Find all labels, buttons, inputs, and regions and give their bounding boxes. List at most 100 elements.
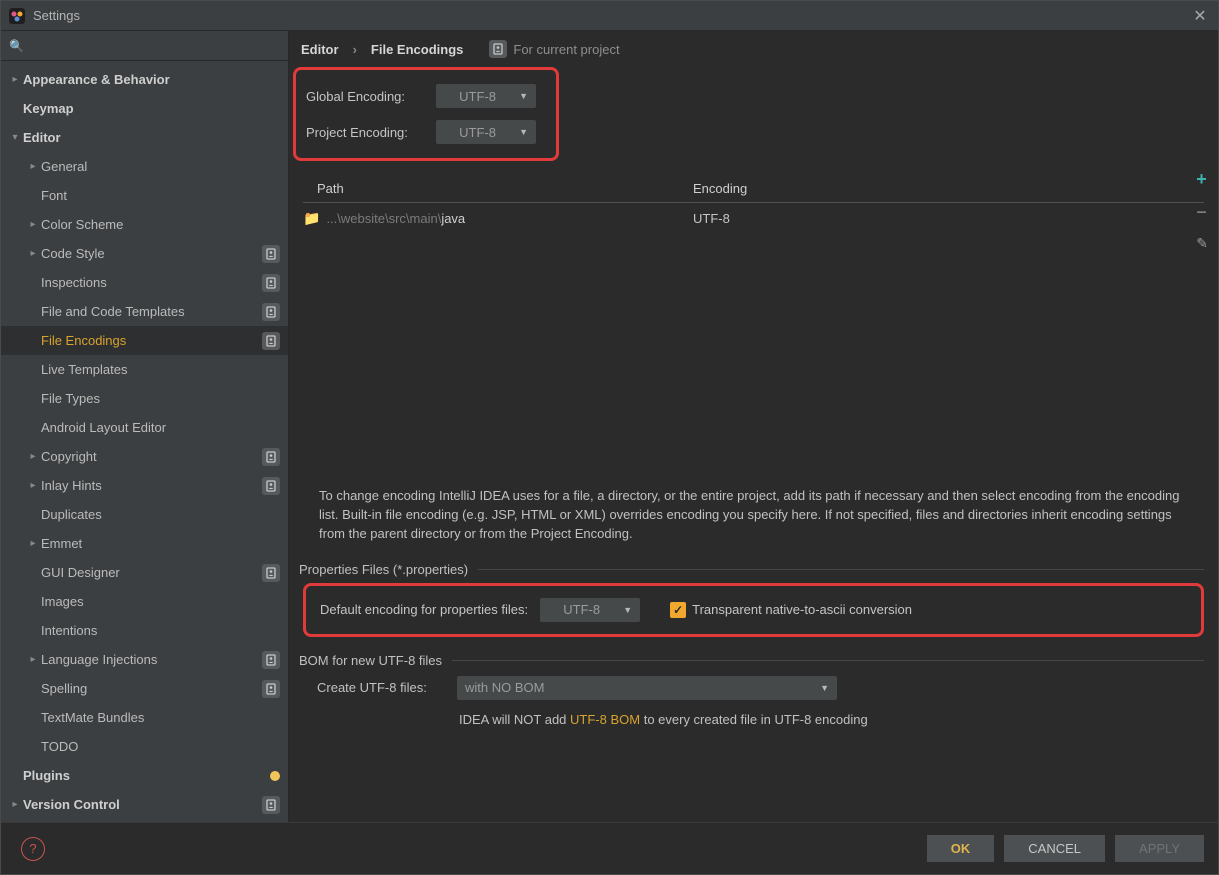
create-utf8-label: Create UTF-8 files: <box>317 680 457 695</box>
add-button[interactable]: + <box>1196 169 1208 190</box>
column-encoding[interactable]: Encoding <box>693 175 1204 202</box>
chevron-right-icon[interactable]: ▸ <box>25 217 41 233</box>
sidebar-item-todo[interactable]: TODO <box>1 732 288 761</box>
update-dot-icon <box>270 771 280 781</box>
sidebar-item-file-types[interactable]: File Types <box>1 384 288 413</box>
sidebar-item-inlay-hints[interactable]: ▸Inlay Hints <box>1 471 288 500</box>
remove-button[interactable]: − <box>1196 202 1208 223</box>
sidebar-item-label: Intentions <box>41 623 280 638</box>
table-body: 📁...\website\src\main\javaUTF-8 <box>303 203 1204 483</box>
sidebar-item-label: Editor <box>23 130 280 145</box>
sidebar-item-color-scheme[interactable]: ▸Color Scheme <box>1 210 288 239</box>
chevron-right-icon[interactable]: ▸ <box>25 159 41 175</box>
sidebar-item-appearance-behavior[interactable]: ▸Appearance & Behavior <box>1 65 288 94</box>
content-panel: Editor › File Encodings For current proj… <box>289 31 1218 822</box>
sidebar-item-label: Inspections <box>41 275 262 290</box>
properties-highlight-box: Default encoding for properties files: U… <box>303 583 1204 637</box>
sidebar-item-general[interactable]: ▸General <box>1 152 288 181</box>
sidebar-item-images[interactable]: Images <box>1 587 288 616</box>
default-props-encoding-label: Default encoding for properties files: <box>320 602 528 617</box>
ok-button[interactable]: OK <box>927 835 995 862</box>
project-scope-icon <box>262 303 280 321</box>
project-scope-icon <box>489 40 507 58</box>
sidebar-item-plugins[interactable]: Plugins <box>1 761 288 790</box>
sidebar-item-textmate-bundles[interactable]: TextMate Bundles <box>1 703 288 732</box>
chevron-right-icon[interactable]: ▸ <box>25 652 41 668</box>
chevron-down-icon[interactable]: ▾ <box>7 130 23 146</box>
sidebar-item-copyright[interactable]: ▸Copyright <box>1 442 288 471</box>
chevron-right-icon[interactable]: ▸ <box>25 478 41 494</box>
path-leaf: java <box>441 211 465 226</box>
project-scope-icon <box>262 332 280 350</box>
sidebar-item-file-encodings[interactable]: File Encodings <box>1 326 288 355</box>
sidebar-item-label: Inlay Hints <box>41 478 262 493</box>
encoding-highlight-box: Global Encoding: UTF-8 ▼ Project Encodin… <box>293 67 559 161</box>
sidebar-item-label: Copyright <box>41 449 262 464</box>
cancel-button[interactable]: CANCEL <box>1004 835 1105 862</box>
sidebar-item-editor[interactable]: ▾Editor <box>1 123 288 152</box>
sidebar-item-emmet[interactable]: ▸Emmet <box>1 529 288 558</box>
sidebar-item-gui-designer[interactable]: GUI Designer <box>1 558 288 587</box>
table-row[interactable]: 📁...\website\src\main\javaUTF-8 <box>303 203 1204 233</box>
row-encoding-value: UTF-8 <box>693 211 730 226</box>
edit-button[interactable]: ✎ <box>1196 235 1208 252</box>
encoding-help-text: To change encoding IntelliJ IDEA uses fo… <box>319 487 1188 544</box>
global-encoding-value: UTF-8 <box>444 89 511 104</box>
sidebar-item-label: Plugins <box>23 768 270 783</box>
help-button[interactable]: ? <box>21 837 45 861</box>
sidebar-item-label: File and Code Templates <box>41 304 262 319</box>
sidebar-item-label: GUI Designer <box>41 565 262 580</box>
sidebar-item-live-templates[interactable]: Live Templates <box>1 355 288 384</box>
chevron-down-icon: ▼ <box>623 605 632 615</box>
chevron-right-icon[interactable]: ▸ <box>7 72 23 88</box>
chevron-right-icon[interactable]: ▸ <box>25 246 41 262</box>
project-encoding-combo[interactable]: UTF-8 ▼ <box>436 120 536 144</box>
chevron-right-icon[interactable]: ▸ <box>25 536 41 552</box>
bom-section-title: BOM for new UTF-8 files <box>299 653 442 668</box>
sidebar-item-font[interactable]: Font <box>1 181 288 210</box>
global-encoding-label: Global Encoding: <box>306 89 436 104</box>
sidebar: 🔍 ▸Appearance & BehaviorKeymap▾Editor▸Ge… <box>1 31 289 822</box>
apply-button[interactable]: APPLY <box>1115 835 1204 862</box>
sidebar-item-keymap[interactable]: Keymap <box>1 94 288 123</box>
sidebar-item-label: Appearance & Behavior <box>23 72 280 87</box>
breadcrumb-separator: › <box>353 42 357 57</box>
divider <box>452 660 1204 661</box>
breadcrumb-file-encodings: File Encodings <box>371 42 463 57</box>
sidebar-item-spelling[interactable]: Spelling <box>1 674 288 703</box>
sidebar-item-label: Duplicates <box>41 507 280 522</box>
sidebar-item-label: TODO <box>41 739 280 754</box>
chevron-right-icon[interactable]: ▸ <box>25 449 41 465</box>
sidebar-item-version-control[interactable]: ▸Version Control <box>1 790 288 819</box>
settings-tree[interactable]: ▸Appearance & BehaviorKeymap▾Editor▸Gene… <box>1 61 288 822</box>
sidebar-item-label: Emmet <box>41 536 280 551</box>
project-scope-icon <box>262 448 280 466</box>
project-scope-icon <box>262 245 280 263</box>
search-row: 🔍 <box>1 31 288 61</box>
sidebar-item-intentions[interactable]: Intentions <box>1 616 288 645</box>
sidebar-item-label: TextMate Bundles <box>41 710 280 725</box>
chevron-down-icon: ▼ <box>519 91 528 101</box>
sidebar-item-file-and-code-templates[interactable]: File and Code Templates <box>1 297 288 326</box>
sidebar-item-android-layout-editor[interactable]: Android Layout Editor <box>1 413 288 442</box>
sidebar-item-label: Version Control <box>23 797 262 812</box>
project-encoding-value: UTF-8 <box>444 125 511 140</box>
global-encoding-combo[interactable]: UTF-8 ▼ <box>436 84 536 108</box>
transparent-conversion-checkbox[interactable]: ✓ <box>670 602 686 618</box>
default-props-encoding-combo[interactable]: UTF-8 ▼ <box>540 598 640 622</box>
close-icon[interactable]: ✕ <box>1190 6 1210 26</box>
sidebar-item-duplicates[interactable]: Duplicates <box>1 500 288 529</box>
sidebar-item-language-injections[interactable]: ▸Language Injections <box>1 645 288 674</box>
bom-info-prefix: IDEA will NOT add <box>459 712 570 727</box>
for-current-project: For current project <box>489 40 619 58</box>
footer: ? OK CANCEL APPLY <box>1 822 1218 874</box>
chevron-right-icon[interactable]: ▸ <box>7 797 23 813</box>
project-scope-icon <box>262 274 280 292</box>
table-toolbar: + − ✎ <box>1196 169 1208 252</box>
create-utf8-combo[interactable]: with NO BOM ▼ <box>457 676 837 700</box>
encoding-table: + − ✎ Path Encoding 📁...\website\src\mai… <box>303 175 1204 483</box>
sidebar-item-code-style[interactable]: ▸Code Style <box>1 239 288 268</box>
sidebar-item-inspections[interactable]: Inspections <box>1 268 288 297</box>
column-path[interactable]: Path <box>303 175 693 202</box>
search-input[interactable] <box>28 38 280 53</box>
